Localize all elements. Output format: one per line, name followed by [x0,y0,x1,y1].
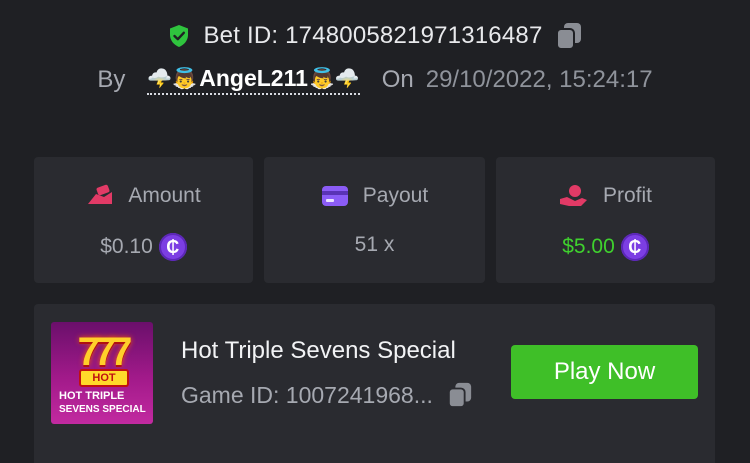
payout-value: 51 x [354,233,395,256]
amount-value: $0.10 [100,235,153,258]
game-card: 777 HOT HOT TRIPLE SEVENS SPECIAL Hot Tr… [34,304,715,463]
profit-hand-icon [559,185,587,206]
on-label: On [381,66,414,93]
username-emoji-left: 🌩️👼 [147,68,198,90]
verified-shield-icon [170,25,189,47]
payout-card: Payout 51 x [264,157,485,283]
game-id-row: Game ID: 1007241968... [181,381,473,409]
money-hand-icon [88,184,113,204]
coin-icon: ₵ [158,233,187,261]
thumbnail-hot-badge: HOT [79,369,129,387]
username-emoji-right: 👼🌩️ [309,68,360,90]
author-row: By 🌩️👼 AngeL211 👼🌩️ On 29/10/2022, 15:24… [0,60,750,100]
bet-id-text: Bet ID: 1748005821971316487 [203,22,543,49]
profit-card: Profit $5.00 ₵ [496,157,715,283]
card-icon [321,186,348,206]
profit-value: $5.00 [562,235,615,258]
game-id-text: Game ID: 1007241968... [181,381,433,408]
copy-icon[interactable] [447,381,473,409]
thumbnail-title-line2: SEVENS SPECIAL [59,404,146,415]
bet-timestamp: 29/10/2022, 15:24:17 [425,66,653,93]
amount-card: Amount $0.10 ₵ [34,157,253,283]
game-thumbnail[interactable]: 777 HOT HOT TRIPLE SEVENS SPECIAL [51,322,153,424]
amount-label: Amount [128,184,201,207]
copy-icon[interactable] [555,21,583,51]
play-now-button[interactable]: Play Now [511,345,698,399]
profit-label: Profit [602,184,652,207]
payout-label: Payout [362,184,429,207]
username-text: AngeL211 [199,65,308,91]
game-name: Hot Triple Sevens Special [181,337,456,364]
by-label: By [97,66,126,93]
username-link[interactable]: 🌩️👼 AngeL211 👼🌩️ [147,65,360,95]
coin-icon: ₵ [620,233,649,261]
thumbnail-title-line1: HOT TRIPLE [59,390,125,402]
bet-id-row: Bet ID: 1748005821971316487 [0,18,750,54]
